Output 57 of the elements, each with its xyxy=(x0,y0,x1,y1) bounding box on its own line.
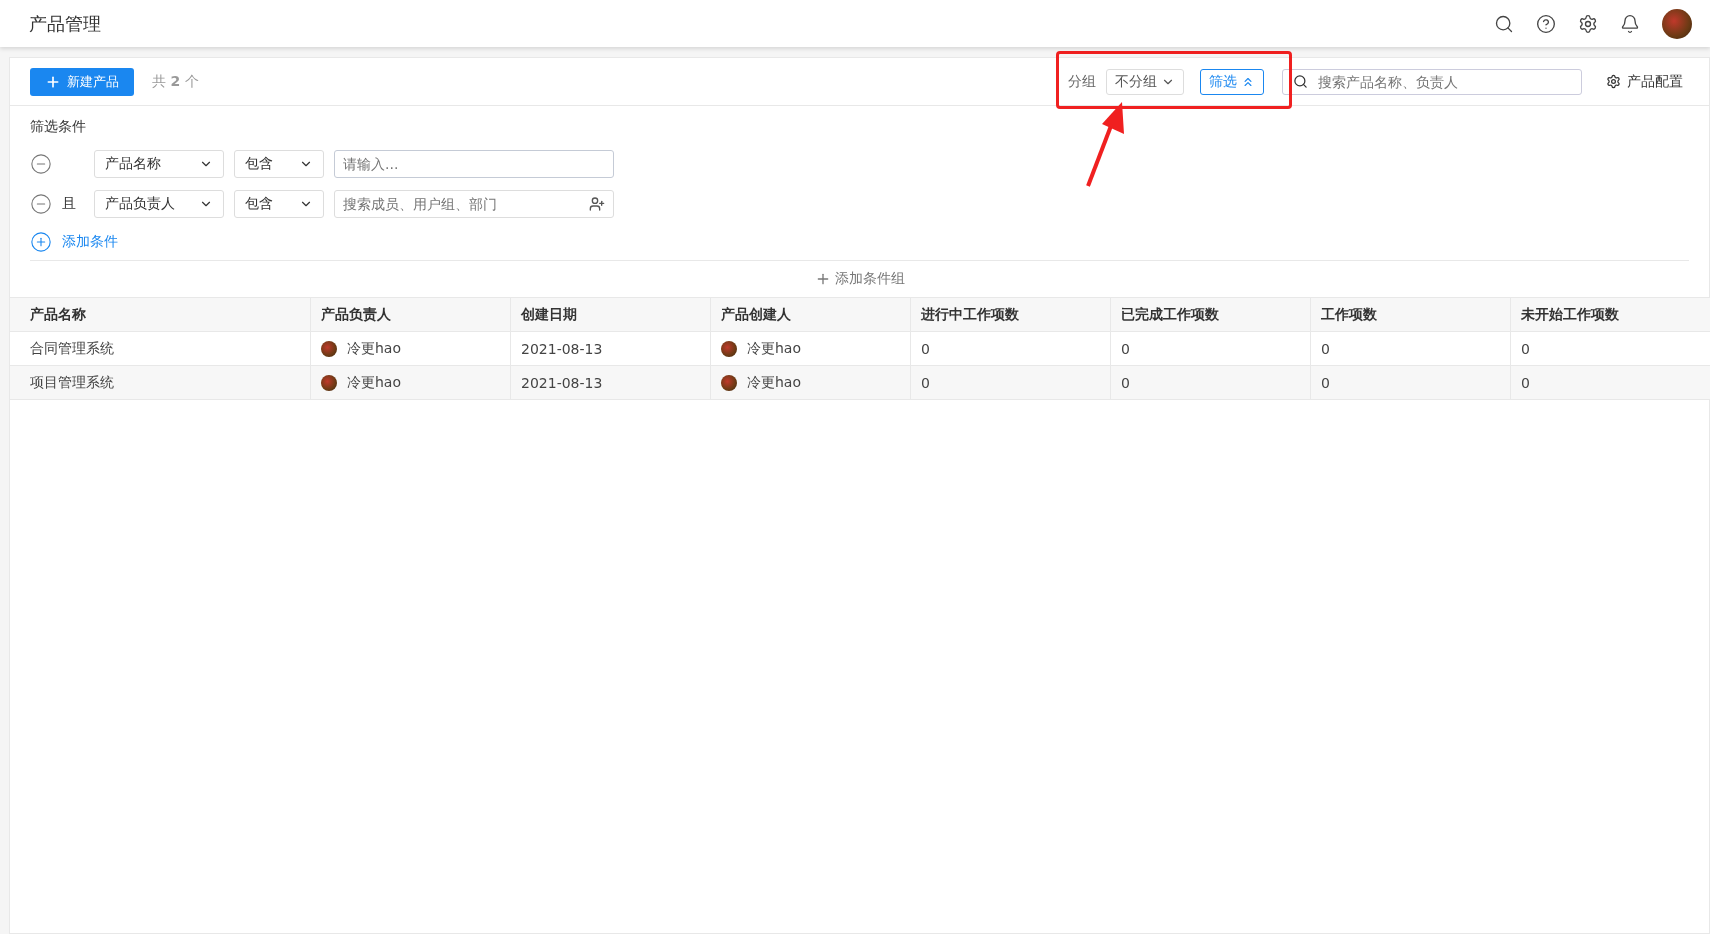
table-cell: 2021-08-13 xyxy=(510,332,710,366)
page-title: 产品管理 xyxy=(29,11,102,36)
plus-circle-icon xyxy=(30,231,52,253)
settings-icon xyxy=(1606,74,1621,89)
column-header: 产品负责人 xyxy=(310,298,510,332)
table-cell: 2021-08-13 xyxy=(510,366,710,400)
group-label: 分组 xyxy=(1068,72,1096,91)
remove-icon[interactable] xyxy=(30,193,52,215)
table-cell: 0 xyxy=(1110,366,1310,400)
search-field[interactable]: 搜索产品名称、负责人 xyxy=(1316,69,1581,94)
filter-title: 筛选条件 xyxy=(30,118,87,136)
table-cell: 0 xyxy=(910,332,1110,366)
settings-icon[interactable] xyxy=(1578,13,1598,34)
search-icon[interactable] xyxy=(1494,13,1514,34)
avatar xyxy=(321,340,337,357)
table-cell: 项目管理系统 xyxy=(10,366,310,400)
avatar xyxy=(721,374,737,391)
add-condition-link[interactable]: 添加条件 xyxy=(30,224,118,260)
search-icon xyxy=(1293,74,1308,89)
table-cell: 0 xyxy=(1510,332,1710,366)
table-cell: 0 xyxy=(910,366,1110,400)
group-select[interactable]: 不分组 xyxy=(1106,68,1184,95)
table-cell: 0 xyxy=(1110,332,1310,366)
search-box[interactable]: 搜索产品名称、负责人 xyxy=(1282,68,1582,95)
field-select[interactable]: 产品负责人 xyxy=(94,190,224,218)
column-header: 工作项数 xyxy=(1310,298,1510,332)
table-cell: 0 xyxy=(1510,366,1710,400)
person-name: 冷更hao xyxy=(347,373,402,392)
person-name: 冷更hao xyxy=(747,339,802,358)
operator-select[interactable]: 包含 xyxy=(234,150,324,178)
operator-select[interactable]: 包含 xyxy=(234,190,324,218)
help-icon[interactable] xyxy=(1536,13,1556,34)
product-config-button[interactable]: 产品配置 xyxy=(1600,71,1689,92)
column-header: 已完成工作项数 xyxy=(1110,298,1310,332)
column-header: 产品名称 xyxy=(10,298,310,332)
new-product-button[interactable]: 新建产品 xyxy=(30,67,134,96)
item-count: 共 2 个 xyxy=(152,72,199,91)
connector-label: 且 xyxy=(62,195,76,211)
value-field[interactable]: 搜索成员、用户组、部门 xyxy=(335,191,589,217)
column-header: 创建日期 xyxy=(510,298,710,332)
avatar xyxy=(721,340,737,357)
remove-icon[interactable] xyxy=(30,153,52,175)
column-header: 产品创建人 xyxy=(710,298,910,332)
person-name: 冷更hao xyxy=(747,373,802,392)
bell-icon[interactable] xyxy=(1620,13,1640,34)
value-input-box[interactable]: 搜索成员、用户组、部门 xyxy=(334,190,614,218)
person-name: 冷更hao xyxy=(347,339,402,358)
column-header: 未开始工作项数 xyxy=(1510,298,1710,332)
avatar xyxy=(321,374,337,391)
table-cell: 0 xyxy=(1310,332,1510,366)
table-cell: 0 xyxy=(1310,366,1510,400)
add-condition-group-button[interactable]: 添加条件组 xyxy=(808,261,911,297)
user-avatar[interactable] xyxy=(1662,8,1692,39)
filter-button[interactable]: 筛选 xyxy=(1200,68,1264,95)
add-user-icon[interactable] xyxy=(589,196,605,212)
column-header: 进行中工作项数 xyxy=(910,298,1110,332)
field-select[interactable]: 产品名称 xyxy=(94,150,224,178)
